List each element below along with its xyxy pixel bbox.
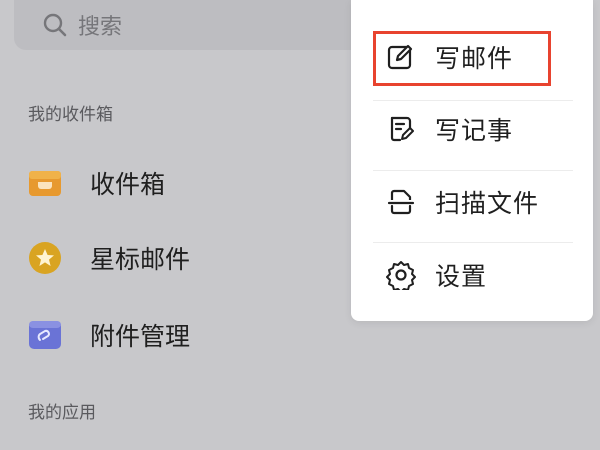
search-placeholder: 搜索 (78, 15, 123, 40)
starred-mail-label: 星标邮件 (90, 245, 191, 274)
note-icon (385, 113, 417, 145)
menu-divider (373, 170, 573, 171)
menu-item-write-note[interactable]: 写记事 (351, 99, 593, 159)
attachment-manage-item[interactable]: 附件管理 (28, 310, 190, 360)
menu-item-scan-document[interactable]: 扫描文件 (351, 172, 593, 232)
section-title-apps: 我的应用 (28, 403, 96, 423)
attachment-manage-label: 附件管理 (90, 322, 191, 351)
menu-item-write-note-label: 写记事 (435, 116, 514, 145)
gear-icon (385, 259, 417, 291)
menu-item-scan-document-label: 扫描文件 (435, 189, 540, 218)
attachment-folder-icon (28, 318, 62, 352)
menu-item-settings[interactable]: 设置 (351, 245, 593, 305)
search-icon (42, 11, 70, 39)
menu-divider (373, 242, 573, 243)
menu-item-settings-label: 设置 (435, 262, 488, 291)
starred-mail-item[interactable]: 星标邮件 (28, 233, 190, 283)
section-title-inbox: 我的收件箱 (28, 105, 113, 125)
inbox-tray-icon (28, 166, 62, 200)
inbox-item-label: 收件箱 (90, 170, 166, 199)
search-input[interactable]: 搜索 (14, 0, 364, 50)
star-badge-icon (28, 241, 62, 275)
highlight-box (373, 31, 551, 86)
scan-document-icon (385, 186, 417, 218)
inbox-item[interactable]: 收件箱 (28, 158, 165, 208)
